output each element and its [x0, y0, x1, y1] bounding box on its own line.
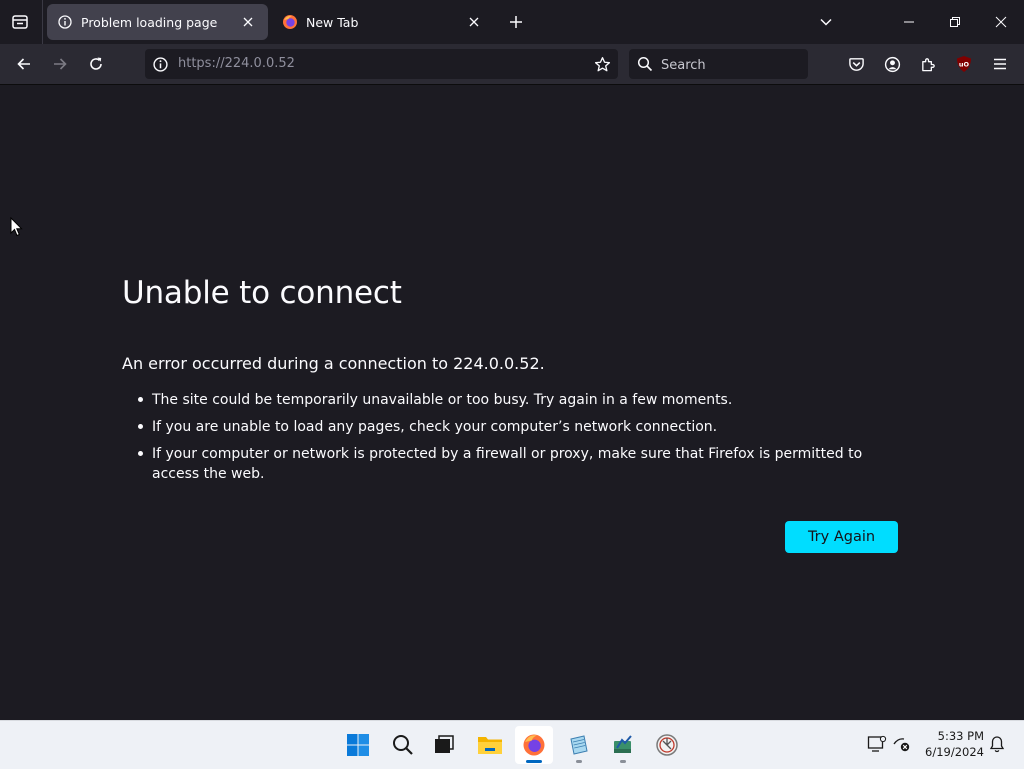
settings-app-icon — [656, 734, 678, 756]
forward-arrow-icon — [54, 58, 67, 70]
firefox-view-icon — [12, 15, 28, 29]
pocket-button[interactable] — [842, 50, 870, 78]
app-menu-button[interactable] — [986, 50, 1014, 78]
close-icon[interactable] — [238, 12, 258, 32]
firefox-view-button[interactable] — [6, 8, 34, 36]
back-arrow-icon — [17, 58, 30, 70]
list-item: If your computer or network is protected… — [122, 444, 902, 484]
tab-new-tab[interactable]: New Tab — [272, 4, 494, 40]
hamburger-menu-icon — [994, 58, 1006, 70]
new-tab-button[interactable] — [502, 8, 530, 36]
start-button[interactable] — [339, 726, 377, 764]
error-suggestions-list: The site could be temporarily unavailabl… — [122, 390, 902, 491]
account-button[interactable] — [878, 50, 906, 78]
app-indicator — [526, 760, 542, 763]
ublock-origin-button[interactable]: uO — [950, 50, 978, 78]
network-disconnected-icon[interactable] — [891, 733, 913, 755]
info-icon — [57, 14, 73, 30]
list-item: If you are unable to load any pages, che… — [122, 417, 902, 437]
minimize-button[interactable] — [886, 0, 932, 44]
bullet — [138, 451, 143, 456]
chevron-down-icon — [820, 18, 832, 26]
clock[interactable]: 5:33 PM 6/19/2024 — [920, 728, 984, 760]
plus-icon — [510, 16, 522, 28]
file-explorer-button[interactable] — [471, 726, 509, 764]
ublock-badge: uO — [959, 61, 970, 69]
notepad-taskbar-button[interactable] — [560, 726, 598, 764]
taskbar-search-button[interactable] — [384, 726, 422, 764]
search-bar[interactable] — [629, 49, 808, 79]
firefox-taskbar-button[interactable] — [515, 726, 553, 764]
task-view-button[interactable] — [425, 726, 463, 764]
bookmark-star-icon[interactable] — [592, 54, 612, 74]
mouse-cursor-icon — [10, 217, 23, 237]
list-item-text: If your computer or network is protected… — [152, 446, 863, 482]
list-all-tabs-button[interactable] — [812, 8, 840, 36]
tab-divider — [42, 0, 43, 44]
notification-bell-icon[interactable] — [986, 733, 1008, 755]
system-tray-display-icon[interactable] — [866, 733, 888, 755]
list-item-text: The site could be temporarily unavailabl… — [152, 392, 733, 408]
tab-title: Problem loading page — [81, 14, 218, 30]
app-indicator — [576, 760, 582, 763]
minimize-icon — [904, 21, 914, 23]
pocket-icon — [848, 57, 864, 71]
reload-icon — [90, 57, 102, 70]
error-title: Unable to connect — [122, 275, 402, 311]
search-input[interactable] — [659, 54, 803, 76]
search-icon — [637, 56, 653, 72]
task-view-icon — [435, 735, 454, 753]
app-indicator — [620, 760, 626, 763]
firefox-icon — [523, 734, 545, 756]
ublock-origin-icon: uO — [957, 56, 971, 72]
restore-button[interactable] — [932, 0, 978, 44]
account-icon — [884, 56, 900, 72]
try-again-button[interactable]: Try Again — [785, 521, 898, 553]
tab-strip: Problem loading page New Tab — [0, 0, 1024, 44]
app-taskbar-button[interactable] — [604, 726, 642, 764]
navigation-toolbar: https://224.0.0.52 uO — [0, 44, 1024, 85]
close-icon[interactable] — [464, 12, 484, 32]
url-text[interactable]: https://224.0.0.52 — [178, 56, 295, 71]
extensions-button[interactable] — [914, 50, 942, 78]
taskbar: 5:33 PM 6/19/2024 — [0, 720, 1024, 769]
app-icon — [614, 735, 632, 753]
close-icon — [995, 16, 1007, 28]
forward-button[interactable] — [46, 50, 74, 78]
site-info-icon[interactable] — [151, 55, 169, 73]
clock-time: 5:33 PM — [937, 729, 984, 743]
tab-title: New Tab — [306, 14, 359, 30]
error-page: Unable to connect An error occurred duri… — [0, 85, 1024, 720]
error-description: An error occurred during a connection to… — [122, 354, 545, 373]
list-item: The site could be temporarily unavailabl… — [122, 390, 902, 410]
url-bar[interactable]: https://224.0.0.52 — [145, 49, 618, 79]
bullet — [138, 397, 143, 402]
back-button[interactable] — [10, 50, 38, 78]
windows-start-icon — [347, 734, 369, 756]
list-item-text: If you are unable to load any pages, che… — [152, 419, 718, 435]
reload-button[interactable] — [82, 50, 110, 78]
bullet — [138, 424, 143, 429]
clock-date: 6/19/2024 — [925, 745, 984, 759]
tab-problem-loading[interactable]: Problem loading page — [47, 4, 268, 40]
restore-icon — [950, 17, 960, 27]
folder-icon — [478, 737, 502, 754]
firefox-icon — [282, 14, 298, 30]
settings-app-taskbar-button[interactable] — [648, 726, 686, 764]
window-close-button[interactable] — [978, 0, 1024, 44]
search-icon — [393, 735, 413, 755]
puzzle-icon — [921, 57, 935, 71]
notepad-icon — [570, 735, 588, 755]
